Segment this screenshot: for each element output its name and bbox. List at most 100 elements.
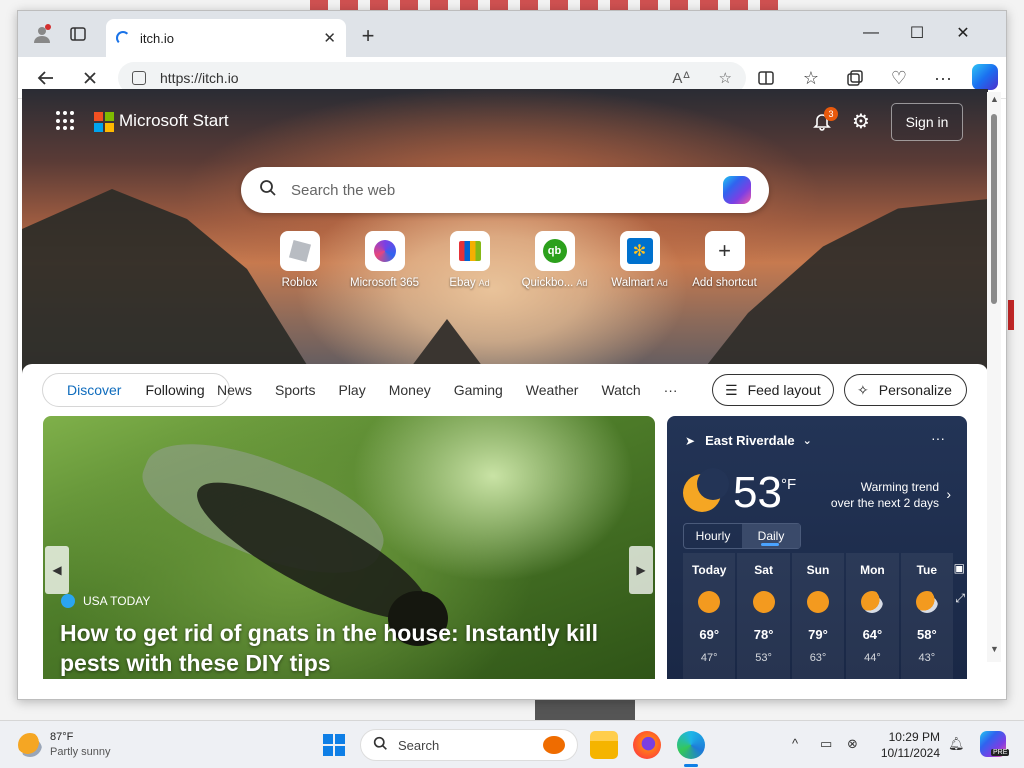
collections-icon[interactable] bbox=[841, 65, 869, 91]
forecast-day[interactable]: Today 69° 47° bbox=[683, 553, 736, 679]
tab-play[interactable]: Play bbox=[338, 382, 365, 398]
ad-label: Ad bbox=[576, 278, 588, 288]
taskbar-weather-widget[interactable]: 87°F Partly sunny bbox=[18, 730, 111, 760]
copilot-search-icon[interactable] bbox=[723, 176, 751, 204]
tab-itch-io[interactable]: itch.io ✕ bbox=[106, 19, 346, 57]
notification-bell-icon[interactable]: 🔔︎ bbox=[948, 736, 965, 752]
temperature-unit[interactable]: °F bbox=[781, 476, 796, 493]
tab-money[interactable]: Money bbox=[389, 382, 431, 398]
expand-icon[interactable]: ⤢ bbox=[955, 591, 965, 606]
network-icon[interactable]: ⊗ bbox=[847, 736, 858, 752]
weather-trend[interactable]: Warming trend over the next 2 days bbox=[827, 479, 939, 511]
settings-more-icon[interactable]: ··· bbox=[929, 65, 957, 91]
firefox-icon[interactable] bbox=[633, 731, 661, 759]
usa-today-logo-icon bbox=[61, 594, 75, 608]
location-arrow-icon: ➤ bbox=[685, 433, 696, 448]
image-icon[interactable]: ▣ bbox=[954, 561, 965, 575]
tab-news[interactable]: News bbox=[217, 382, 252, 398]
web-search-box[interactable]: Search the web bbox=[241, 167, 769, 213]
shortcut-ebay[interactable]: Ebay Ad bbox=[427, 231, 512, 289]
browser-essentials-icon[interactable]: ♡ bbox=[885, 65, 913, 91]
taskbar-weather-desc: Partly sunny bbox=[50, 746, 111, 758]
close-window-button[interactable]: ✕ bbox=[940, 21, 986, 45]
more-categories-button[interactable]: ··· bbox=[664, 382, 678, 398]
daily-forecast: Today 69° 47° Sat 78° 53° Sun 79° 63° Mo… bbox=[683, 553, 955, 679]
scroll-up-icon[interactable]: ▲ bbox=[990, 94, 999, 104]
new-tab-button[interactable]: + bbox=[356, 23, 380, 49]
background-window-fragment bbox=[1008, 300, 1014, 330]
new-tab-page: Microsoft Start 3 ⚙ Sign in Search the w… bbox=[22, 89, 988, 679]
quickbooks-icon: qb bbox=[534, 231, 575, 271]
taskbar-clock[interactable]: 10:29 PM 10/11/2024 bbox=[876, 729, 940, 761]
feed-layout-button[interactable]: ☰ Feed layout bbox=[712, 374, 834, 406]
featured-article-card[interactable]: ◀ ▶ USA TODAY How to get rid of gnats in… bbox=[43, 416, 655, 679]
tab-gaming[interactable]: Gaming bbox=[454, 382, 503, 398]
settings-gear-icon[interactable]: ⚙ bbox=[852, 109, 870, 134]
forecast-day[interactable]: Mon 64° 44° bbox=[846, 553, 899, 679]
article-headline[interactable]: How to get rid of gnats in the house: In… bbox=[60, 618, 640, 678]
read-aloud-icon[interactable]: Aᐞ bbox=[672, 69, 690, 87]
chevron-up-icon[interactable]: ^ bbox=[792, 736, 798, 751]
tab-watch[interactable]: Watch bbox=[601, 382, 640, 398]
copilot-icon[interactable] bbox=[972, 64, 998, 90]
hero-image bbox=[22, 189, 322, 389]
personalize-button[interactable]: ✧ Personalize bbox=[844, 374, 967, 406]
tab-discover[interactable]: Discover bbox=[55, 382, 133, 398]
current-temperature: 53 bbox=[733, 468, 782, 517]
profile-icon[interactable] bbox=[30, 22, 54, 46]
forecast-day[interactable]: Sat 78° 53° bbox=[737, 553, 790, 679]
page-scrollbar[interactable]: ▲ ▼ bbox=[987, 92, 1001, 662]
carousel-prev-button[interactable]: ◀ bbox=[45, 546, 69, 594]
back-button[interactable] bbox=[32, 65, 60, 91]
site-info-icon[interactable] bbox=[132, 71, 146, 85]
weather-card[interactable]: ➤ East Riverdale ⌄ ··· 53 °F Warming tre… bbox=[667, 416, 967, 679]
display-icon[interactable]: ▭ bbox=[820, 736, 832, 752]
tab-weather[interactable]: Weather bbox=[526, 382, 579, 398]
brand-title[interactable]: Microsoft Start bbox=[119, 111, 229, 131]
shortcut-roblox[interactable]: Roblox bbox=[257, 231, 342, 289]
edge-icon[interactable] bbox=[677, 731, 705, 759]
file-explorer-icon[interactable] bbox=[590, 731, 618, 759]
taskbar-search-placeholder: Search bbox=[398, 737, 440, 753]
scrollbar-thumb[interactable] bbox=[991, 114, 997, 304]
hero-image bbox=[688, 199, 988, 389]
day-name: Sun bbox=[806, 563, 830, 577]
forecast-day[interactable]: Tue 58° 43° bbox=[900, 553, 954, 679]
partly-sunny-icon bbox=[18, 733, 42, 757]
scroll-down-icon[interactable]: ▼ bbox=[990, 644, 999, 654]
maximize-button[interactable]: ☐ bbox=[894, 21, 940, 45]
low-temp: 53° bbox=[755, 652, 772, 664]
close-tab-icon[interactable]: ✕ bbox=[323, 29, 336, 47]
more-options-icon[interactable]: ··· bbox=[931, 430, 945, 446]
weather-location[interactable]: ➤ East Riverdale ⌄ bbox=[685, 433, 812, 448]
chevron-right-icon[interactable]: › bbox=[946, 486, 951, 502]
tab-actions-icon[interactable] bbox=[66, 22, 90, 46]
sun-icon bbox=[752, 591, 775, 613]
loading-spinner-icon bbox=[116, 31, 130, 45]
sign-in-button[interactable]: Sign in bbox=[891, 103, 963, 141]
shortcut-label: Quickbo... bbox=[521, 277, 574, 289]
split-screen-icon[interactable] bbox=[752, 65, 780, 91]
shortcut-microsoft-365[interactable]: Microsoft 365 bbox=[342, 231, 427, 289]
stop-loading-button[interactable] bbox=[76, 65, 104, 91]
minimize-button[interactable]: — bbox=[848, 21, 894, 45]
windows-start-icon[interactable] bbox=[323, 734, 345, 756]
forecast-day[interactable]: Sun 79° 63° bbox=[791, 553, 845, 679]
shortcut-add[interactable]: + Add shortcut bbox=[682, 231, 767, 289]
sun-icon bbox=[698, 591, 721, 613]
favorite-star-icon[interactable]: ☆ bbox=[719, 69, 732, 87]
day-name: Today bbox=[691, 563, 727, 577]
tab-following[interactable]: Following bbox=[133, 382, 216, 398]
taskbar-temperature: 87°F bbox=[50, 731, 74, 743]
favorites-icon[interactable]: ☆ bbox=[797, 65, 825, 91]
carousel-next-button[interactable]: ▶ bbox=[629, 546, 653, 594]
shortcut-label: Walmart bbox=[611, 277, 654, 289]
taskbar-search-box[interactable]: Search bbox=[360, 729, 578, 761]
shortcut-quickbooks[interactable]: qb Quickbo... Ad bbox=[512, 231, 597, 289]
article-source: USA TODAY bbox=[61, 594, 150, 608]
tab-sports[interactable]: Sports bbox=[275, 382, 315, 398]
shortcut-walmart[interactable]: ✻ Walmart Ad bbox=[597, 231, 682, 289]
tab-hourly[interactable]: Hourly bbox=[684, 524, 742, 548]
apps-launcher-icon[interactable] bbox=[56, 111, 76, 131]
tab-daily[interactable]: Daily bbox=[742, 524, 800, 548]
